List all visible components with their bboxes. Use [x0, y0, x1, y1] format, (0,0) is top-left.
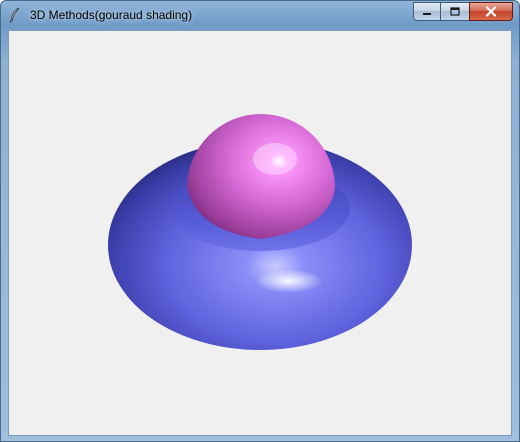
close-button[interactable] — [469, 2, 513, 21]
window-controls — [413, 2, 513, 21]
close-icon — [485, 6, 497, 17]
sphere — [187, 114, 335, 239]
minimize-button[interactable] — [413, 2, 441, 21]
title-bar[interactable]: 3D Methods(gouraud shading) — [1, 1, 519, 29]
feather-app-icon[interactable] — [7, 7, 23, 23]
app-window: 3D Methods(gouraud shading) — [0, 0, 520, 442]
3d-scene — [108, 114, 412, 350]
window-title: 3D Methods(gouraud shading) — [30, 8, 193, 22]
maximize-icon — [450, 6, 460, 16]
minimize-icon — [423, 12, 431, 15]
maximize-button[interactable] — [441, 2, 469, 21]
canvas-area[interactable] — [8, 30, 512, 436]
